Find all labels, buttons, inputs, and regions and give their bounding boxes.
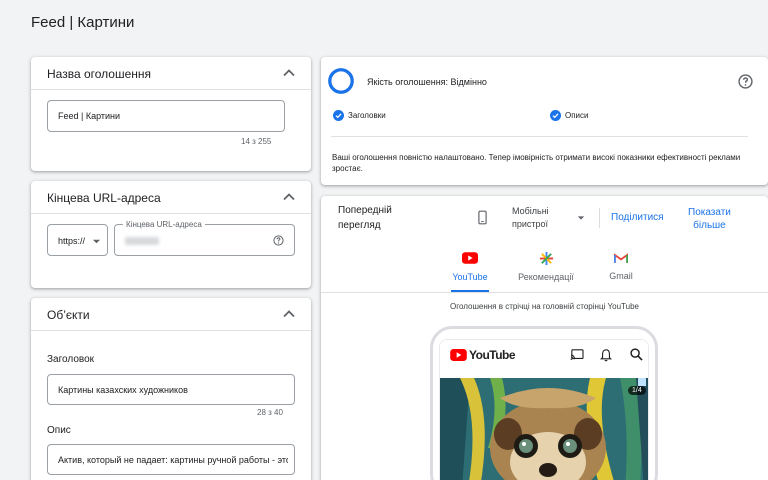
help-icon[interactable]: [273, 235, 284, 246]
tabs-divider: [321, 292, 768, 293]
show-more-link[interactable]: Показати більше: [688, 206, 731, 232]
assets-header[interactable]: Об’єкти: [31, 298, 311, 331]
chevron-up-icon[interactable]: [281, 306, 297, 322]
gmail-icon: [614, 253, 628, 263]
assets-title: Об’єкти: [47, 308, 90, 322]
final-url-field-label: Кінцева URL-адреса: [123, 220, 205, 229]
ad-name-value: Feed | Картини: [58, 111, 121, 121]
final-url-card: Кінцева URL-адреса https:// Кінцева URL-…: [31, 181, 311, 288]
ad-name-title: Назва оголошення: [47, 67, 152, 81]
description-value: Актив, который не падает: картины ручной…: [58, 455, 288, 465]
ad-name-card: Назва оголошення Feed | Картини 14 з 255: [31, 57, 311, 171]
youtube-icon: [462, 252, 478, 264]
dropdown-arrow-icon[interactable]: [577, 214, 585, 222]
final-url-title: Кінцева URL-адреса: [47, 191, 161, 205]
ad-strength-card: Якість оголошення: Відмінно Заголовки Оп…: [321, 57, 768, 185]
assets-card: Об’єкти Заголовок Картины казахских худо…: [31, 298, 311, 480]
tab-gmail[interactable]: Gmail: [601, 248, 641, 292]
description-input[interactable]: Актив, который не падает: картины ручной…: [47, 444, 295, 475]
ad-name-input[interactable]: Feed | Картини: [47, 100, 285, 132]
preview-title: Попередній перегляд: [338, 205, 392, 231]
ad-name-header[interactable]: Назва оголошення: [31, 57, 311, 90]
final-url-header[interactable]: Кінцева URL-адреса: [31, 181, 311, 214]
check-descriptions: Описи: [565, 111, 589, 120]
tab-youtube[interactable]: YouTube: [447, 248, 493, 292]
ad-badge: [638, 378, 646, 386]
headline-counter: 28 з 40: [257, 408, 283, 417]
check-headlines: Заголовки: [348, 111, 386, 120]
headline-label: Заголовок: [47, 354, 95, 365]
preview-toolbar-divider: [599, 208, 600, 228]
ad-strength-title: Якість оголошення: Відмінно: [367, 77, 487, 87]
description-label: Опис: [47, 425, 71, 436]
protocol-value: https://: [58, 236, 86, 246]
protocol-select[interactable]: https://: [47, 224, 108, 256]
ad-name-counter: 14 з 255: [241, 137, 272, 146]
final-url-input[interactable]: Кінцева URL-адреса: [114, 220, 295, 256]
discover-icon: [539, 251, 553, 266]
ad-strength-divider: [331, 136, 748, 137]
headline-value: Картины казахских художников: [58, 385, 188, 395]
share-link[interactable]: Поділитися: [611, 212, 664, 223]
tab-recommendations[interactable]: Рекомендації: [513, 248, 579, 292]
ad-image: [440, 378, 648, 480]
phone-icon: [478, 210, 487, 225]
phone-mockup: YouTube 1/4: [430, 326, 658, 480]
youtube-header: YouTube: [440, 340, 648, 370]
help-icon[interactable]: [738, 74, 753, 89]
check-circle-icon: [333, 110, 344, 121]
image-counter-badge: 1/4: [628, 386, 646, 395]
phone-screen: YouTube 1/4: [439, 339, 649, 480]
chevron-up-icon[interactable]: [281, 189, 297, 205]
device-select[interactable]: Мобільні пристрої: [512, 205, 549, 231]
youtube-brand: YouTube: [469, 348, 516, 362]
dropdown-arrow-icon: [92, 239, 101, 244]
cast-icon[interactable]: [570, 349, 584, 361]
check-circle-icon: [550, 110, 561, 121]
chevron-up-icon[interactable]: [281, 65, 297, 81]
headline-input[interactable]: Картины казахских художников: [47, 374, 295, 405]
page-title: Feed | Картини: [31, 14, 135, 31]
final-url-value-blurred: [125, 237, 159, 245]
bell-icon[interactable]: [600, 348, 612, 362]
youtube-logo-icon: [450, 349, 467, 361]
preview-caption: Оголошення в стрічці на головній сторінц…: [450, 302, 639, 311]
search-icon[interactable]: [630, 348, 643, 361]
ad-strength-message: Ваші оголошення повністю налаштовано. Те…: [332, 153, 741, 173]
ad-strength-ring-icon: [328, 68, 354, 94]
